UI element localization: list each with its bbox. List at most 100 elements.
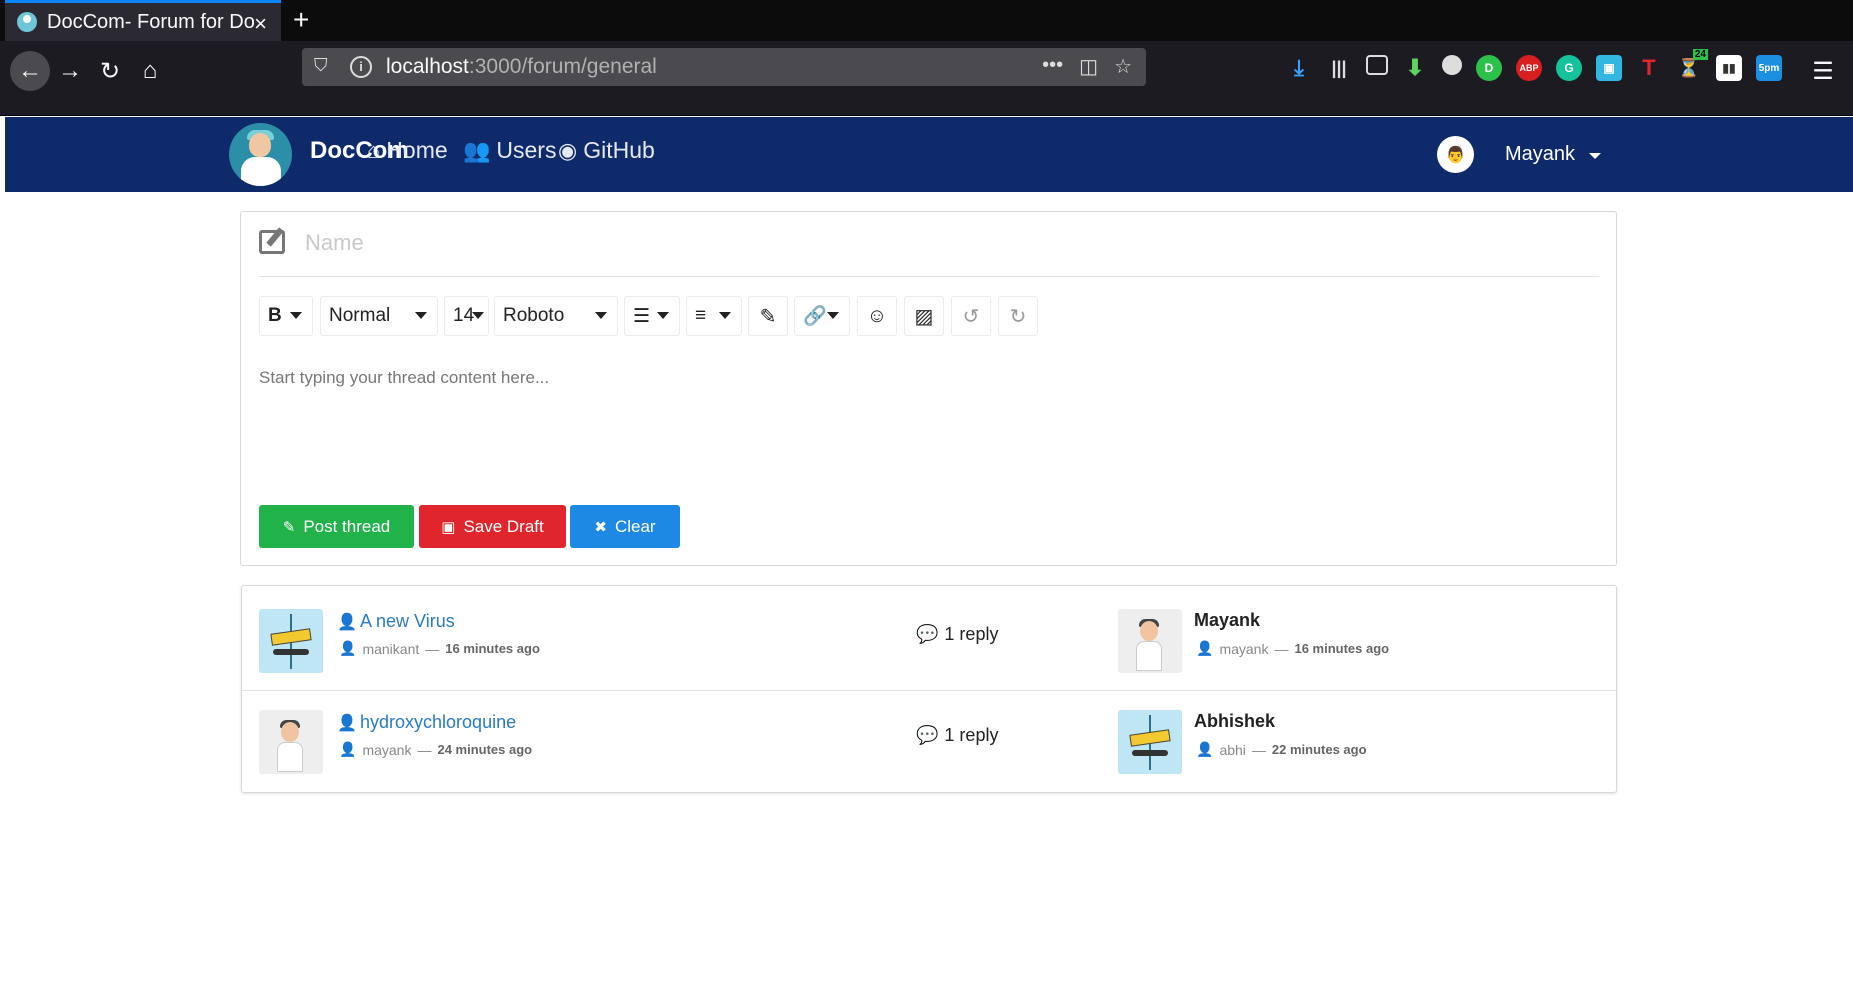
- home-page-icon[interactable]: ⌂: [130, 51, 170, 91]
- url-host: localhost: [386, 55, 469, 78]
- last-reply-name[interactable]: Mayank: [1194, 610, 1260, 631]
- nav-github[interactable]: ◉ GitHub: [558, 137, 655, 164]
- thread-title[interactable]: A new Virus: [360, 611, 455, 632]
- reply-count-label: 1 reply: [944, 725, 999, 745]
- browser-tab[interactable]: DocCom- Forum for Do ×: [5, 0, 281, 41]
- url-bar[interactable]: ⛉ i localhost:3000/forum/general ••• ◫ ☆: [302, 48, 1146, 86]
- thread-title[interactable]: hydroxychloroquine: [360, 712, 516, 733]
- t-extension-icon[interactable]: T: [1636, 55, 1662, 81]
- user-avatar[interactable]: 👨: [1437, 136, 1474, 173]
- thread-meta: 👤 mayank —24 minutes ago: [339, 741, 533, 758]
- forward-arrow-icon[interactable]: →: [50, 51, 90, 91]
- clock-extension-icon[interactable]: 5pm: [1756, 55, 1782, 81]
- link-icon: 🔗: [803, 306, 827, 327]
- browser-tabbar: DocCom- Forum for Do × +: [0, 0, 1853, 41]
- bookmark-star-icon[interactable]: ☆: [1114, 54, 1132, 79]
- post-thread-label: Post thread: [303, 516, 391, 536]
- last-reply-avatar: [1118, 710, 1182, 774]
- paragraph-label: Normal: [329, 305, 391, 326]
- last-reply-meta: 👤 mayank —16 minutes ago: [1196, 640, 1390, 657]
- bold-button[interactable]: B: [259, 296, 313, 336]
- align-button[interactable]: ≡: [686, 296, 742, 336]
- user-icon: 👤: [339, 640, 357, 656]
- user-dropdown-icon[interactable]: [1589, 153, 1601, 159]
- thread-meta: 👤 manikant —16 minutes ago: [339, 640, 540, 657]
- close-tab-icon[interactable]: ×: [254, 11, 267, 37]
- reply-count: 💬 1 reply: [916, 624, 998, 645]
- user-icon: 👤: [339, 741, 357, 757]
- new-tab-icon[interactable]: +: [293, 4, 309, 36]
- nav-users[interactable]: 👥 Users: [463, 137, 556, 164]
- green-download-icon[interactable]: ⬇: [1402, 55, 1428, 81]
- thread-row[interactable]: 👤 A new Virus 👤 manikant —16 minutes ago 💬…: [242, 586, 1616, 689]
- save-draft-button[interactable]: ▣ Save Draft: [419, 505, 566, 548]
- pocket-icon[interactable]: ◫: [1079, 54, 1098, 79]
- reload-icon[interactable]: ↻: [90, 51, 130, 91]
- bold-label: B: [268, 305, 282, 326]
- download-icon[interactable]: ⤓: [1286, 55, 1312, 81]
- last-reply-ago: 16 minutes ago: [1294, 641, 1390, 656]
- comment-icon: 💬: [916, 624, 939, 644]
- shield-icon[interactable]: ⛉: [314, 55, 338, 79]
- font-family-select[interactable]: Roboto: [494, 296, 618, 336]
- thread-author: mayank: [362, 741, 412, 758]
- user-doctor-icon: 👤: [337, 614, 357, 631]
- thread-name-input[interactable]: [305, 228, 1425, 258]
- smiley-icon: ☺: [866, 304, 888, 327]
- edit-icon: [259, 230, 285, 254]
- reply-count-label: 1 reply: [944, 624, 999, 644]
- emoji-button[interactable]: ☺: [857, 296, 897, 336]
- app-header: DocCom ⌂ Home 👥 Users ◉ GitHub 👨 Mayank: [5, 117, 1853, 192]
- library-icon[interactable]: |||: [1326, 55, 1352, 81]
- more-icon[interactable]: •••: [1042, 54, 1063, 79]
- back-arrow-icon[interactable]: ←: [10, 51, 50, 91]
- user-doctor-icon: 👤: [337, 715, 357, 732]
- thread-row[interactable]: 👤 hydroxychloroquine 👤 mayank —24 minutes …: [242, 690, 1616, 793]
- sidebar-icon[interactable]: [1366, 55, 1388, 75]
- url-path: :3000/forum/general: [468, 55, 657, 78]
- clear-label: Clear: [614, 516, 656, 536]
- doctor-logo[interactable]: [229, 123, 292, 186]
- adblock-icon[interactable]: ABP: [1516, 55, 1542, 81]
- last-reply-user: mayank: [1219, 640, 1269, 657]
- link-button[interactable]: 🔗: [794, 296, 850, 336]
- paragraph-select[interactable]: Normal: [320, 296, 438, 336]
- reply-count: 💬 1 reply: [916, 725, 998, 746]
- save-extension-icon[interactable]: ▣: [1596, 55, 1622, 81]
- content-editor[interactable]: Start typing your thread content here...: [259, 368, 549, 388]
- redo-icon: ↻: [1009, 305, 1027, 328]
- extension-green-icon[interactable]: D: [1476, 55, 1502, 81]
- redo-button[interactable]: ↻: [998, 296, 1038, 336]
- user-icon: 👤: [1196, 640, 1214, 656]
- divider: [259, 276, 1599, 277]
- user-name[interactable]: Mayank: [1505, 143, 1575, 166]
- user-icon: 👤: [1196, 741, 1214, 757]
- clear-button[interactable]: ✖ Clear: [570, 505, 680, 548]
- chart-extension-icon[interactable]: ▮▮: [1716, 55, 1742, 81]
- undo-button[interactable]: ↺: [951, 296, 991, 336]
- image-button[interactable]: ▨: [904, 296, 944, 336]
- timer-icon[interactable]: ⏳ 24: [1676, 49, 1708, 81]
- nav-home[interactable]: ⌂ Home: [367, 137, 448, 164]
- post-thread-button[interactable]: ✎ Post thread: [259, 505, 414, 548]
- thread-ago: 24 minutes ago: [437, 742, 533, 757]
- undo-icon: ↺: [962, 305, 980, 328]
- font-size-select[interactable]: 14: [444, 296, 489, 336]
- edit-icon: ✎: [282, 518, 296, 536]
- ghost-icon[interactable]: [1442, 55, 1462, 75]
- github-icon: ◉: [558, 137, 578, 163]
- save-draft-label: Save Draft: [463, 516, 544, 536]
- last-reply-user: abhi: [1219, 741, 1246, 758]
- hamburger-menu-icon[interactable]: ☰: [1803, 51, 1843, 91]
- browser-navbar: ← → ↻ ⌂ ⛉ i localhost:3000/forum/general…: [0, 41, 1853, 116]
- info-icon[interactable]: i: [350, 56, 372, 78]
- pen-button[interactable]: ✎: [748, 296, 788, 336]
- align-icon: ≡: [695, 305, 707, 326]
- image-icon: ▨: [914, 305, 934, 328]
- list-button[interactable]: ☰: [624, 296, 680, 336]
- users-icon: 👥: [463, 137, 491, 163]
- last-reply-name[interactable]: Abhishek: [1194, 711, 1275, 732]
- favicon-icon: [17, 12, 37, 32]
- new-thread-card: B Normal 14 Roboto ☰ ≡ ✎ 🔗 ☺ ▨ ↺ ↻ Start…: [240, 211, 1617, 566]
- grammarly-icon[interactable]: G: [1556, 55, 1582, 81]
